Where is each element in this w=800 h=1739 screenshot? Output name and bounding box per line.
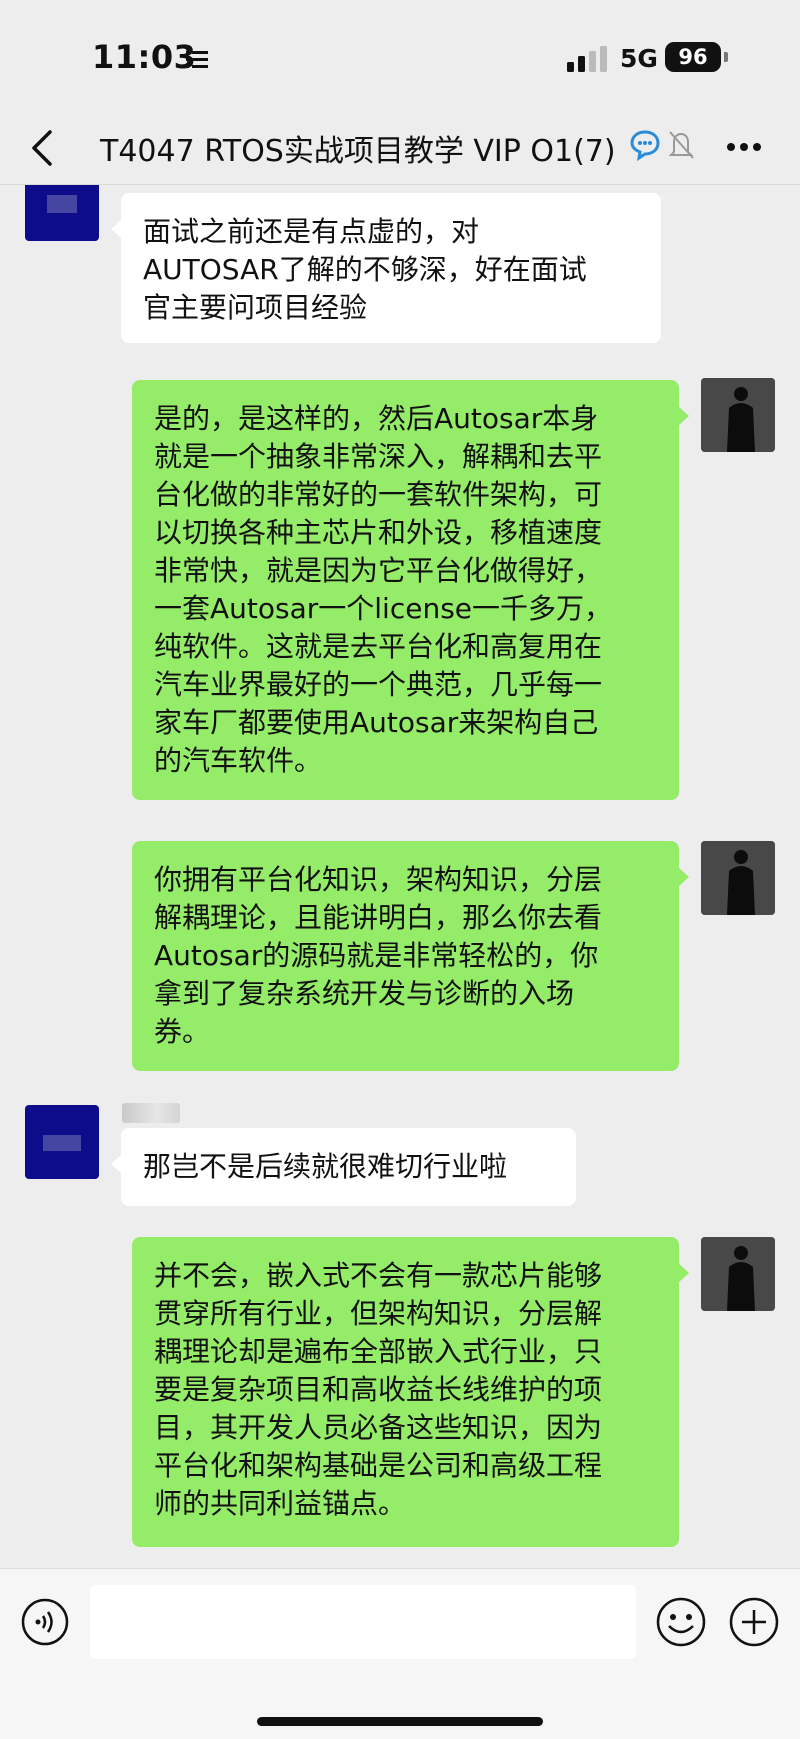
message-bubble[interactable]: 那岂不是后续就很难切行业啦 (111, 1128, 576, 1206)
chat-bubble-icon[interactable] (628, 128, 662, 162)
message-bubble[interactable]: 你拥有平台化知识，架构知识，分层 解耦理论，且能讲明白，那么你去看 Autosa… (132, 841, 689, 1071)
avatar[interactable] (25, 185, 99, 241)
back-icon[interactable] (28, 128, 58, 168)
battery-tip (724, 52, 728, 62)
avatar-person-icon (701, 378, 775, 452)
message-list[interactable]: 面试之前还是有点虚的，对 AUTOSAR了解的不够深，好在面试 官主要问项目经验… (0, 185, 800, 1567)
plus-icon[interactable] (728, 1596, 780, 1648)
avatar[interactable] (701, 378, 775, 452)
chat-title: T4047 RTOS实战项目教学 VIP O1(7) (100, 134, 616, 169)
status-bar: 11:03 5G 96 (0, 0, 800, 110)
avatar[interactable] (701, 1237, 775, 1311)
more-icon[interactable] (726, 142, 762, 152)
message-bubble[interactable]: 面试之前还是有点虚的，对 AUTOSAR了解的不够深，好在面试 官主要问项目经验 (111, 193, 661, 343)
network-type: 5G (620, 44, 658, 73)
avatar-person-icon (701, 1237, 775, 1311)
nav-bar: T4047 RTOS实战项目教学 VIP O1(7) (0, 110, 800, 185)
voice-icon[interactable] (20, 1597, 70, 1647)
signal-icon (567, 46, 607, 72)
mute-bell-icon (668, 131, 694, 159)
emoji-icon[interactable] (655, 1596, 707, 1648)
avatar[interactable] (701, 841, 775, 915)
battery-level: 96 (665, 42, 721, 72)
message-bubble[interactable]: 是的，是这样的，然后Autosar本身 就是一个抽象非常深入，解耦和去平 台化做… (132, 380, 689, 800)
avatar-person-icon (701, 841, 775, 915)
status-time: 11:03 (92, 38, 197, 76)
avatar[interactable] (25, 1105, 99, 1179)
input-bar (0, 1568, 800, 1739)
message-bubble[interactable]: 并不会，嵌入式不会有一款芯片能够 贯穿所有行业，但架构知识，分层解 耦理论却是遍… (132, 1237, 689, 1547)
sender-name-blurred (122, 1103, 180, 1123)
home-indicator (257, 1717, 543, 1726)
message-input[interactable] (90, 1585, 636, 1659)
list-icon (186, 51, 208, 68)
